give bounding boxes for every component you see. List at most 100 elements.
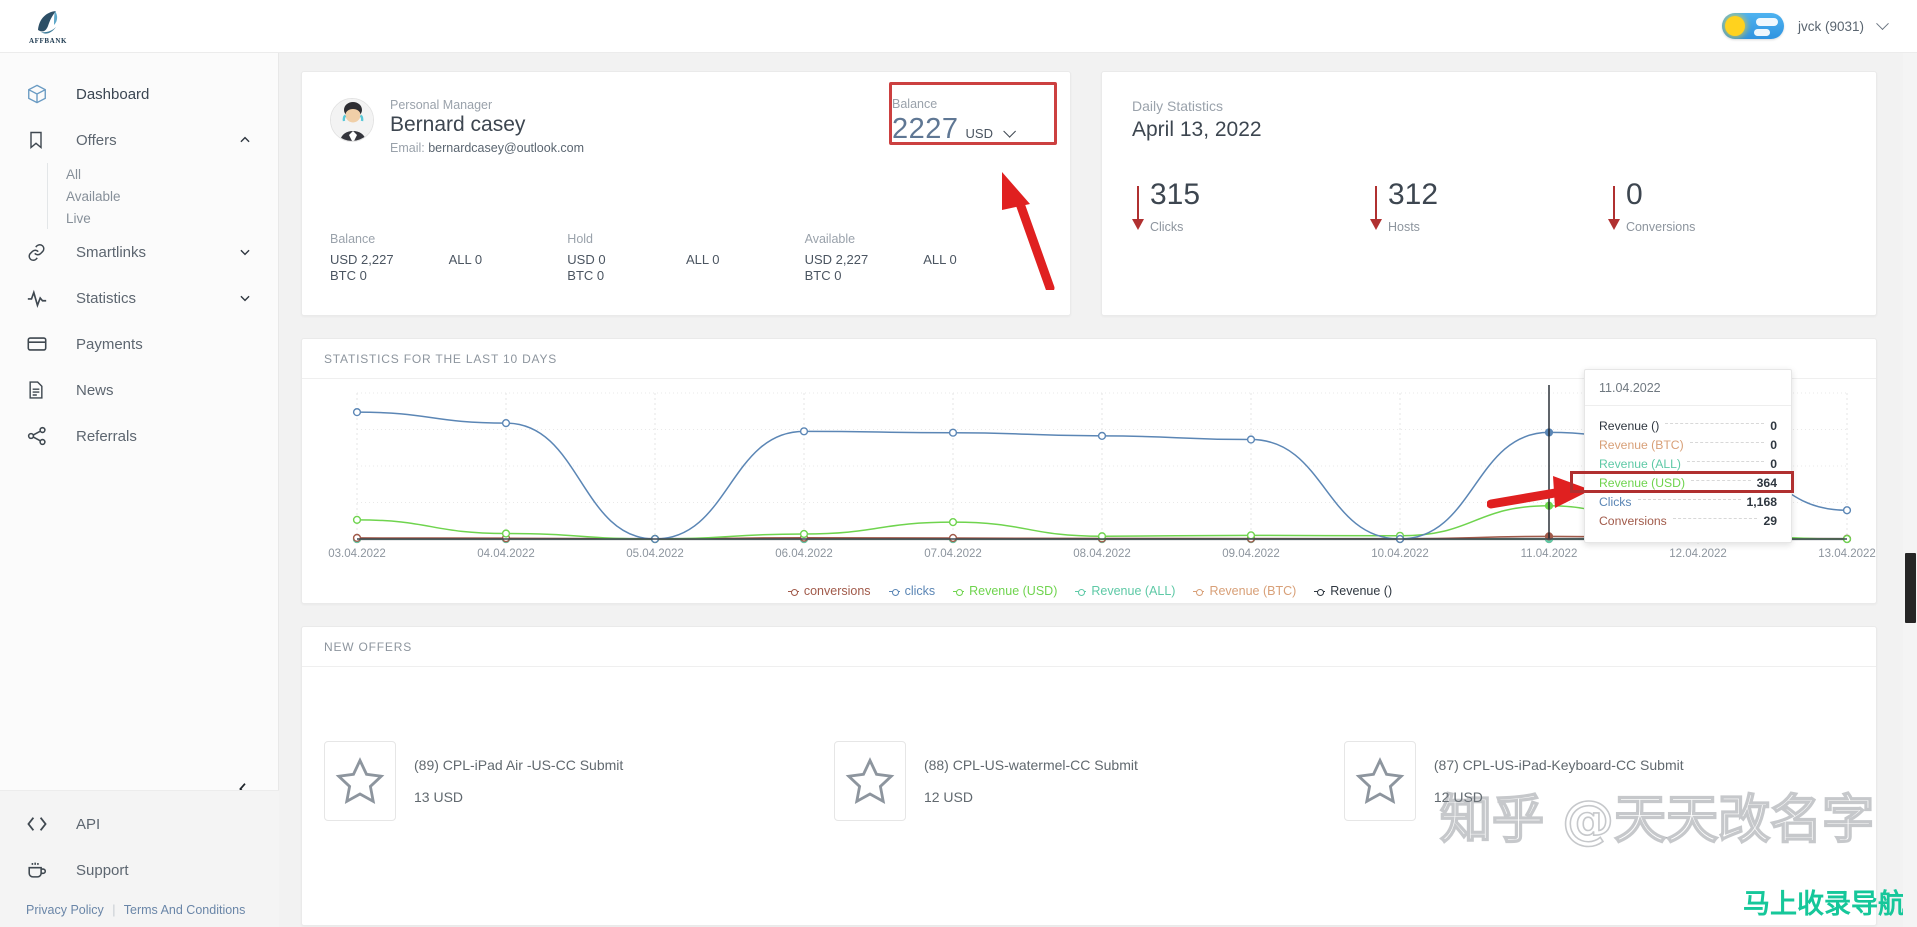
daily-statistics-label: Daily Statistics bbox=[1132, 98, 1224, 114]
manager-email-row: Email: bernardcasey@outlook.com bbox=[390, 141, 584, 155]
star-icon bbox=[1343, 741, 1416, 821]
balance-summary-grid: Balance USD 2,227 BTC 0 ALL 0 Hold USD 0 bbox=[330, 232, 1042, 285]
sidebar-item-offers[interactable]: Offers bbox=[0, 117, 278, 163]
legend-item[interactable]: Revenue (USD) bbox=[953, 584, 1057, 598]
app-logo[interactable]: AFFBANK bbox=[0, 4, 70, 48]
tooltip-row-name: Conversions bbox=[1599, 513, 1667, 528]
svg-text:11.04.2022: 11.04.2022 bbox=[1521, 548, 1578, 560]
top-bar-right: jvck (9031) bbox=[1721, 13, 1917, 39]
offer-item[interactable]: (89) CPL-iPad Air -US-CC Submit 13 USD bbox=[324, 741, 834, 821]
sidebar-subitem-live[interactable]: Live bbox=[66, 207, 278, 229]
sidebar-subitem-all[interactable]: All bbox=[66, 163, 278, 185]
svg-text:08.04.2022: 08.04.2022 bbox=[1073, 548, 1131, 560]
legend-item[interactable]: Revenue () bbox=[1314, 584, 1392, 598]
credit-card-icon bbox=[26, 331, 56, 357]
manager-email-value[interactable]: bernardcasey@outlook.com bbox=[428, 141, 584, 155]
offer-name[interactable]: (87) CPL-US-iPad-Keyboard-CC Submit bbox=[1434, 757, 1684, 773]
legend-item[interactable]: Revenue (BTC) bbox=[1193, 584, 1296, 598]
legend-label: conversions bbox=[803, 584, 871, 598]
terms-link[interactable]: Terms And Conditions bbox=[124, 903, 246, 917]
balance-group: Available USD 2,227 BTC 0 ALL 0 bbox=[805, 232, 1042, 285]
legend-marker-icon bbox=[787, 588, 799, 596]
sidebar-submenu-offers: All Available Live bbox=[47, 163, 278, 229]
tooltip-row-name: Revenue () bbox=[1599, 418, 1660, 433]
chevron-down-icon[interactable] bbox=[1003, 125, 1016, 138]
metric-caption: Clicks bbox=[1150, 220, 1184, 234]
sidebar-item-statistics[interactable]: Statistics bbox=[0, 275, 278, 321]
sidebar-item-label: API bbox=[76, 815, 101, 833]
sidebar-item-label: Dashboard bbox=[76, 85, 150, 103]
offer-item[interactable]: (87) CPL-US-iPad-Keyboard-CC Submit 12 U… bbox=[1343, 741, 1854, 821]
balance-widget-value-row: 2227 USD bbox=[892, 113, 1042, 146]
balance-group-value: USD 2,227 bbox=[804, 252, 869, 267]
main-content: Personal Manager Bernard casey Email: be… bbox=[279, 53, 1917, 927]
sidebar-item-label: Referrals bbox=[76, 427, 137, 445]
sun-icon bbox=[1724, 16, 1745, 36]
tooltip-rows: Revenue () 0 Revenue (BTC) 0 Revenue (ALL) 0 R… bbox=[1585, 406, 1791, 542]
tooltip-row-dash bbox=[1689, 442, 1765, 443]
balance-amount: 2227 bbox=[892, 113, 959, 145]
sidebar-item-label: Statistics bbox=[76, 289, 137, 307]
legend-marker-icon bbox=[888, 588, 900, 596]
manager-info: Personal Manager Bernard casey Email: be… bbox=[390, 98, 584, 155]
tooltip-row-dash bbox=[1665, 423, 1765, 424]
dashboard-page: AFFBANK jvck (9031) Dashboard Offers All… bbox=[0, 0, 1917, 927]
balance-group-title: Hold bbox=[567, 232, 594, 246]
offer-name[interactable]: (88) CPL-US-watermel-CC Submit bbox=[924, 757, 1138, 773]
legend-item[interactable]: clicks bbox=[888, 584, 935, 598]
chevron-down-icon[interactable] bbox=[238, 291, 252, 305]
chevron-down-icon[interactable] bbox=[238, 245, 252, 259]
user-account-label[interactable]: jvck (9031) bbox=[1798, 19, 1864, 34]
tooltip-row-name: Clicks bbox=[1599, 494, 1632, 509]
star-icon bbox=[833, 741, 906, 821]
user-avatar-icon bbox=[330, 98, 374, 142]
balance-group-primary: Balance USD 2,227 BTC 0 bbox=[330, 232, 449, 285]
sidebar-item-api[interactable]: API bbox=[0, 801, 279, 847]
legend-item[interactable]: conversions bbox=[787, 584, 871, 598]
page-scrollbar[interactable] bbox=[1903, 53, 1917, 927]
sidebar-item-referrals[interactable]: Referrals bbox=[0, 413, 278, 459]
tooltip-row: Revenue (USD) 364 bbox=[1599, 473, 1777, 492]
tooltip-row-value: 0 bbox=[1770, 456, 1777, 471]
offer-name[interactable]: (89) CPL-iPad Air -US-CC Submit bbox=[414, 757, 623, 773]
balance-group-primary: Hold USD 0 BTC 0 bbox=[567, 232, 686, 285]
chevron-up-icon[interactable] bbox=[238, 133, 252, 147]
sidebar-subitem-available[interactable]: Available bbox=[66, 185, 278, 207]
offer-item[interactable]: (88) CPL-US-watermel-CC Submit 12 USD bbox=[833, 741, 1344, 821]
sidebar-item-dashboard[interactable]: Dashboard bbox=[0, 71, 278, 117]
legend-marker-icon bbox=[1075, 588, 1087, 596]
balance-group-title: Balance bbox=[330, 232, 376, 246]
sidebar-item-news[interactable]: News bbox=[0, 367, 278, 413]
sidebar-item-payments[interactable]: Payments bbox=[0, 321, 278, 367]
metric-conversions: 0 Conversions bbox=[1607, 178, 1846, 234]
legend-item[interactable]: Revenue (ALL) bbox=[1075, 584, 1175, 598]
scrollbar-thumb[interactable] bbox=[1905, 553, 1916, 623]
balance-widget[interactable]: Balance 2227 USD bbox=[892, 97, 1042, 146]
star-icon bbox=[324, 741, 396, 821]
balance-group: Hold USD 0 BTC 0 ALL 0 bbox=[567, 232, 804, 285]
privacy-policy-link[interactable]: Privacy Policy bbox=[26, 903, 104, 917]
affbank-logo-icon: AFFBANK bbox=[26, 4, 70, 48]
metric-value: 0 bbox=[1625, 178, 1643, 211]
share-icon bbox=[26, 423, 56, 449]
balance-group-value: ALL 0 bbox=[923, 252, 957, 267]
svg-text:06.04.2022: 06.04.2022 bbox=[775, 548, 833, 560]
sidebar: Dashboard Offers All Available Live Smar… bbox=[0, 53, 279, 927]
balance-group-secondary: ALL 0 bbox=[686, 232, 805, 285]
legend-label: Revenue (ALL) bbox=[1091, 584, 1176, 598]
metric-caption: Conversions bbox=[1625, 220, 1696, 234]
sidebar-item-support[interactable]: Support bbox=[0, 847, 279, 893]
new-offers-card: NEW OFFERS (89) CPL-iPad Air -US-CC Subm… bbox=[301, 626, 1877, 926]
balance-widget-label: Balance bbox=[892, 97, 938, 111]
svg-text:07.04.2022: 07.04.2022 bbox=[924, 548, 982, 560]
chevron-down-icon[interactable] bbox=[1876, 16, 1889, 30]
balance-group: Balance USD 2,227 BTC 0 ALL 0 bbox=[330, 232, 567, 285]
manager-email-label: Email: bbox=[390, 141, 425, 155]
cube-icon bbox=[26, 81, 56, 107]
sidebar-item-label: News bbox=[76, 381, 114, 399]
legend-marker-icon bbox=[953, 588, 965, 596]
chart-area[interactable]: 03.04.2022 04.04.2022 05.04.2022 06.04.2022… bbox=[302, 369, 1878, 604]
sidebar-item-smartlinks[interactable]: Smartlinks bbox=[0, 229, 278, 275]
day-night-toggle-icon[interactable] bbox=[1721, 13, 1784, 39]
balance-group-secondary: ALL 0 bbox=[449, 232, 568, 285]
